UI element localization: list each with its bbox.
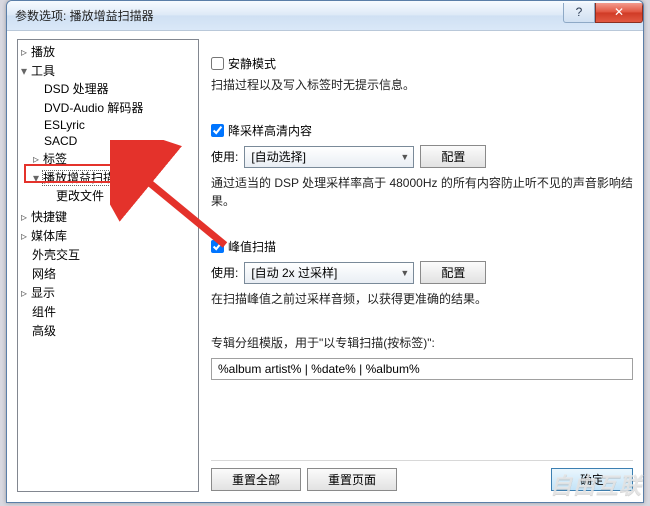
peak-select[interactable]: [自动 2x 过采样] ▼ <box>244 262 414 284</box>
album-template-label: 专辑分组模版，用于"以专辑扫描(按标签)": <box>211 334 633 352</box>
peak-desc: 在扫描峰值之前过采样音频，以获得更准确的结果。 <box>211 290 633 308</box>
tree-dsd[interactable]: DSD 处理器 <box>30 79 198 98</box>
close-button[interactable]: ✕ <box>595 3 643 23</box>
configure-button-1[interactable]: 配置 <box>420 145 486 168</box>
help-button[interactable]: ? <box>563 3 595 23</box>
downsample-checkbox[interactable]: 降采样高清内容 <box>211 122 633 139</box>
tree-changefile[interactable]: 更改文件 <box>42 186 198 205</box>
window-controls: ? ✕ <box>563 9 643 23</box>
dialog-window: 参数选项: 播放增益扫描器 ? ✕ 播放 工具 DSD 处理器 DVD-Audi… <box>6 0 644 503</box>
use-label-1: 使用: <box>211 148 238 165</box>
quiet-mode-input[interactable] <box>211 57 224 70</box>
annotation-highlight <box>24 164 129 183</box>
quiet-mode-label: 安静模式 <box>228 55 276 72</box>
reset-page-button[interactable]: 重置页面 <box>307 468 397 491</box>
downsample-select[interactable]: [自动选择] ▼ <box>244 146 414 168</box>
peak-label: 峰值扫描 <box>228 238 276 255</box>
peak-input[interactable] <box>211 240 224 253</box>
downsample-label: 降采样高清内容 <box>228 122 312 139</box>
watermark: 自由互联 <box>550 468 642 500</box>
tree-advanced[interactable]: 高级 <box>18 321 198 340</box>
tree-shortcut[interactable]: 快捷键 <box>18 207 198 226</box>
chevron-down-icon: ▼ <box>400 268 409 278</box>
use-label-2: 使用: <box>211 264 238 281</box>
tree-display[interactable]: 显示 <box>18 283 198 302</box>
nav-tree[interactable]: 播放 工具 DSD 处理器 DVD-Audio 解码器 ESLyric SACD… <box>17 39 199 492</box>
client-area: 播放 工具 DSD 处理器 DVD-Audio 解码器 ESLyric SACD… <box>17 39 633 492</box>
peak-checkbox[interactable]: 峰值扫描 <box>211 238 633 255</box>
tree-eslyric[interactable]: ESLyric <box>30 117 198 133</box>
quiet-mode-desc: 扫描过程以及写入标签时无提示信息。 <box>211 76 633 94</box>
titlebar: 参数选项: 播放增益扫描器 ? ✕ <box>7 1 643 31</box>
chevron-down-icon: ▼ <box>400 152 409 162</box>
settings-panel: 安静模式 扫描过程以及写入标签时无提示信息。 降采样高清内容 使用: [自动选择… <box>211 39 633 456</box>
tree-network[interactable]: 网络 <box>18 264 198 283</box>
album-template-input[interactable] <box>211 358 633 380</box>
quiet-mode-checkbox[interactable]: 安静模式 <box>211 55 633 72</box>
tree-medialib[interactable]: 媒体库 <box>18 226 198 245</box>
configure-button-2[interactable]: 配置 <box>420 261 486 284</box>
tree-sacd[interactable]: SACD <box>30 133 198 149</box>
tree-tools[interactable]: 工具 DSD 处理器 DVD-Audio 解码器 ESLyric SACD 标签… <box>18 61 198 207</box>
reset-all-button[interactable]: 重置全部 <box>211 468 301 491</box>
tree-playback[interactable]: 播放 <box>18 42 198 61</box>
downsample-input[interactable] <box>211 124 224 137</box>
tree-dvd[interactable]: DVD-Audio 解码器 <box>30 98 198 117</box>
window-title: 参数选项: 播放增益扫描器 <box>15 7 154 24</box>
downsample-desc: 通过适当的 DSP 处理采样率高于 48000Hz 的所有内容防止听不见的声音影… <box>211 174 633 210</box>
tree-components[interactable]: 组件 <box>18 302 198 321</box>
tree-shell[interactable]: 外壳交互 <box>18 245 198 264</box>
